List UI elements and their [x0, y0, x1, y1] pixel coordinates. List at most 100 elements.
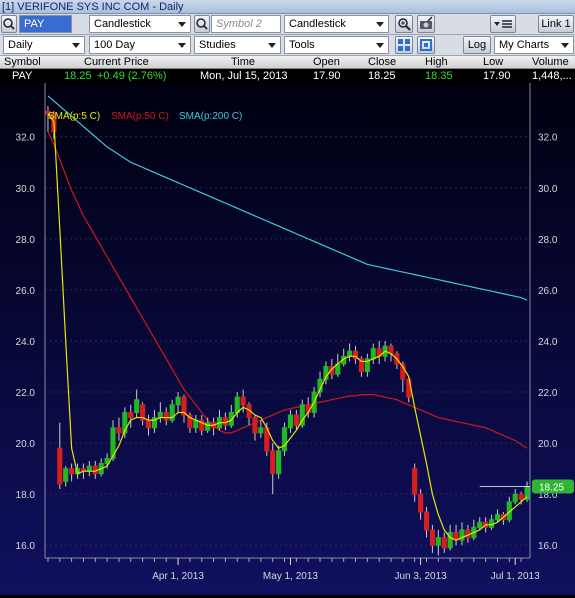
range-select[interactable]: 100 Day — [89, 36, 191, 54]
quote-header: Symbol Current Price Time Open Close Hig… — [0, 56, 575, 69]
candle-body-32 — [234, 396, 240, 413]
candle-body-27 — [205, 422, 211, 431]
candle-body-40 — [281, 427, 288, 452]
candle-39 — [276, 445, 282, 479]
x-label-2: Jun 3, 2013 — [394, 571, 447, 582]
candle-body-67 — [441, 537, 447, 549]
legend-item-2: SMA(p:200 C) — [179, 111, 242, 122]
chart-area[interactable]: 16.0 16.0 18.0 18.0 20.0 20.0 22.0 22.0 24.0 24.0… — [0, 83, 575, 595]
chart-legend: SMA(p:5 C) SMA(p:50 C) SMA(p:200 C) — [48, 111, 242, 122]
layout-icon[interactable] — [395, 36, 413, 54]
chart-type-select-2[interactable]: Candlestick — [284, 15, 389, 33]
candle-body-17 — [145, 419, 152, 429]
window-titlebar: [1] VERIFONE SYS INC COM - Daily — [0, 0, 575, 14]
candle-body-36 — [258, 427, 264, 434]
quote-volume: 1,448,... — [532, 70, 572, 82]
window-title: [1] VERIFONE SYS INC COM - Daily — [2, 1, 184, 13]
y-tick-right-6: 28.0 — [538, 235, 558, 246]
candle-body-2 — [57, 447, 63, 485]
candle-body-15 — [134, 399, 140, 413]
candle-body-41 — [287, 414, 294, 429]
quote-time: Mon, Jul 15, 2013 — [200, 70, 288, 82]
chart-background — [0, 83, 575, 595]
tools-select[interactable]: Tools — [284, 36, 389, 54]
candle-body-64 — [423, 511, 430, 531]
quote-change: +0.49 (2.76%) — [97, 70, 167, 82]
candle-body-19 — [157, 411, 163, 419]
candle-body-33 — [240, 396, 246, 406]
candle-body-79 — [512, 493, 518, 503]
last-price-label: 18.25 — [539, 483, 564, 494]
candle-40 — [281, 422, 288, 456]
header-volume: Volume — [532, 56, 569, 68]
x-label-1: May 1, 2013 — [263, 571, 318, 582]
y-tick-right-3: 22.0 — [538, 388, 558, 399]
studies-select[interactable]: Studies — [194, 36, 281, 54]
toolbar-row-1: PAY Candlestick Symbol 2 Candlestick Lin… — [0, 14, 575, 35]
y-tick-right-4: 24.0 — [538, 337, 558, 348]
candle-body-7 — [86, 465, 92, 472]
y-tick-right-5: 26.0 — [538, 286, 558, 297]
quote-low: 17.90 — [483, 70, 511, 82]
candle-body-62 — [412, 468, 418, 495]
y-tick-right-0: 16.0 — [538, 541, 558, 552]
y-tick-left-4: 24.0 — [16, 337, 36, 348]
y-tick-left-6: 28.0 — [16, 235, 36, 246]
candle-body-35 — [252, 417, 258, 434]
header-symbol: Symbol — [4, 56, 41, 68]
y-tick-left-5: 26.0 — [16, 286, 36, 297]
candle-body-76 — [494, 514, 501, 521]
search-icon[interactable] — [1, 15, 17, 33]
candle-body-80 — [518, 493, 524, 500]
y-tick-left-2: 20.0 — [16, 439, 36, 450]
candle-body-65 — [429, 529, 435, 546]
log-button[interactable]: Log — [463, 36, 491, 54]
candle-body-14 — [128, 411, 134, 419]
header-current-price: Current Price — [84, 56, 149, 68]
y-tick-right-7: 30.0 — [538, 184, 558, 195]
quote-high: 18.35 — [425, 70, 453, 82]
x-label-3: Jul 1, 2013 — [491, 571, 540, 582]
candle-body-55 — [370, 348, 376, 360]
quote-symbol: PAY — [12, 70, 33, 82]
candle-body-4 — [69, 468, 75, 475]
candle-body-38 — [270, 450, 276, 475]
candle-body-39 — [276, 450, 282, 475]
price-chart[interactable]: 16.0 16.018.0 18.020.0 20.022.0 22.024.0 24.0… — [0, 83, 575, 595]
candle-body-42 — [293, 414, 299, 426]
snapshot-icon[interactable] — [417, 15, 435, 33]
symbol-input[interactable]: PAY — [19, 15, 72, 33]
my-charts-select[interactable]: My Charts — [494, 36, 574, 54]
quote-open: 17.90 — [313, 70, 341, 82]
header-open: Open — [313, 56, 340, 68]
y-tick-left-1: 18.0 — [16, 490, 36, 501]
candle-body-20 — [163, 411, 169, 421]
quote-current-price: 18.25 — [64, 70, 92, 82]
quote-close: 18.25 — [368, 70, 396, 82]
toolbar-row-2: Daily 100 Day Studies Tools Log My Chart… — [0, 35, 575, 56]
legend-item-0: SMA(p:5 C) — [48, 111, 100, 122]
y-tick-left-3: 22.0 — [16, 388, 36, 399]
y-tick-right-8: 32.0 — [538, 133, 558, 144]
chart-type-select-1[interactable]: Candlestick — [89, 15, 191, 33]
candle-body-12 — [116, 427, 122, 434]
y-tick-right-2: 20.0 — [538, 439, 558, 450]
symbol2-input[interactable]: Symbol 2 — [211, 15, 281, 33]
header-close: Close — [368, 56, 397, 68]
link-button[interactable]: Link 1 — [538, 15, 574, 33]
search-icon-2[interactable] — [194, 15, 210, 33]
candle-body-66 — [435, 537, 441, 546]
header-high: High — [425, 56, 448, 68]
y-tick-left-7: 30.0 — [16, 184, 36, 195]
menu-list-icon[interactable] — [490, 15, 516, 33]
fullscreen-icon[interactable] — [417, 36, 435, 54]
candle-body-73 — [477, 521, 483, 528]
candle-body-3 — [63, 468, 69, 482]
header-low: Low — [483, 56, 504, 68]
zoom-icon[interactable] — [395, 15, 413, 33]
header-time: Time — [231, 56, 256, 68]
candle-body-51 — [347, 350, 353, 357]
quote-row: PAY 18.25 +0.49 (2.76%) Mon, Jul 15, 201… — [0, 69, 575, 83]
period-select[interactable]: Daily — [3, 36, 85, 54]
y-tick-left-0: 16.0 — [16, 541, 36, 552]
